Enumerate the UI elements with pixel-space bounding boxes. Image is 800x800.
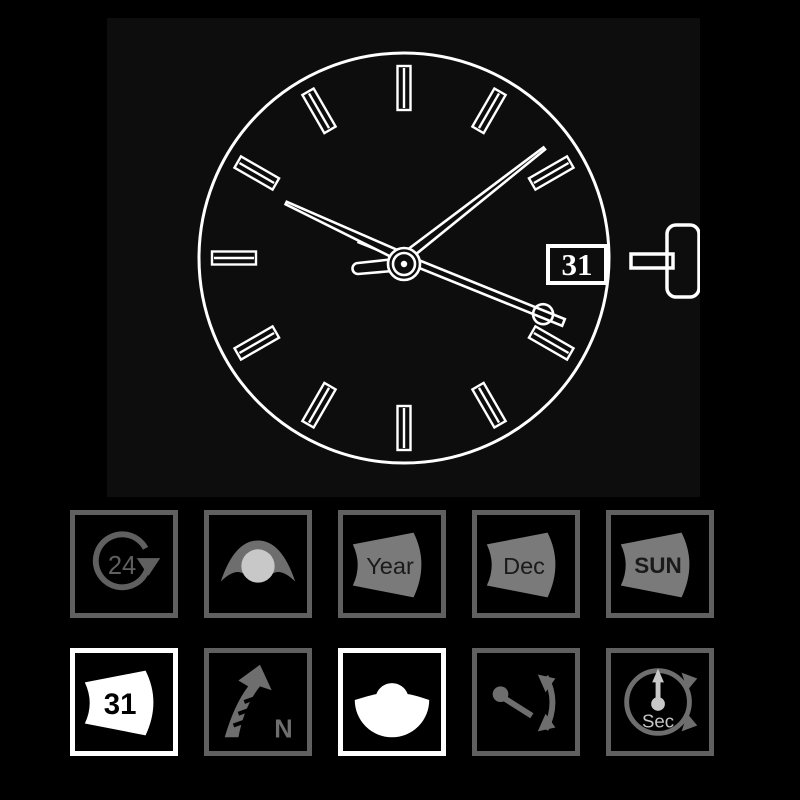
icon-label: N bbox=[274, 715, 292, 743]
icon-cell-power-reserve[interactable] bbox=[472, 648, 580, 756]
icon-cell-24-hour[interactable]: 24 bbox=[70, 510, 178, 618]
minute-hand bbox=[406, 145, 547, 258]
watch-panel: 31 bbox=[107, 18, 700, 497]
24-hour-icon: 24 bbox=[92, 531, 161, 591]
date-disc-icon: 31 bbox=[84, 670, 154, 736]
icon-label: Year bbox=[366, 553, 414, 579]
icon-label: Dec bbox=[503, 553, 545, 579]
watch-dial-drawing[interactable]: 31 bbox=[107, 18, 700, 497]
icon-cell-year[interactable]: Year bbox=[338, 510, 446, 618]
icon-cell-month[interactable]: Dec bbox=[472, 510, 580, 618]
icon-label: 24 bbox=[108, 552, 136, 580]
moon-phase-icon bbox=[220, 540, 296, 583]
watch-complication-screen: 31 24 Year Dec SUN 31 N Sec bbox=[0, 0, 800, 800]
icon-cell-north-arrow[interactable]: N bbox=[204, 648, 312, 756]
date-window-value: 31 bbox=[562, 247, 593, 282]
icon-cell-date[interactable]: 31 bbox=[70, 648, 178, 756]
moon-disc-icon bbox=[354, 683, 430, 738]
complication-icon-grid: 24 Year Dec SUN 31 N Sec bbox=[70, 510, 716, 756]
year-disc-icon: Year bbox=[352, 532, 422, 598]
icon-label: 31 bbox=[104, 688, 137, 721]
north-arrow-icon: N bbox=[224, 664, 293, 743]
weekday-disc-icon: SUN bbox=[620, 532, 690, 598]
icon-cell-moon-disc[interactable] bbox=[338, 648, 446, 756]
icon-label: Sec bbox=[642, 710, 674, 731]
icon-cell-weekday[interactable]: SUN bbox=[606, 510, 714, 618]
icon-cell-moon-phase[interactable] bbox=[204, 510, 312, 618]
hand-hub bbox=[386, 246, 422, 282]
small-seconds-icon: Sec bbox=[624, 668, 698, 736]
crown-icon bbox=[629, 223, 700, 299]
icon-label: SUN bbox=[634, 553, 682, 578]
icon-cell-small-seconds[interactable]: Sec bbox=[606, 648, 714, 756]
month-disc-icon: Dec bbox=[486, 532, 556, 598]
hour-hand bbox=[283, 200, 400, 261]
date-window[interactable]: 31 bbox=[546, 244, 608, 285]
power-reserve-icon bbox=[492, 674, 556, 732]
